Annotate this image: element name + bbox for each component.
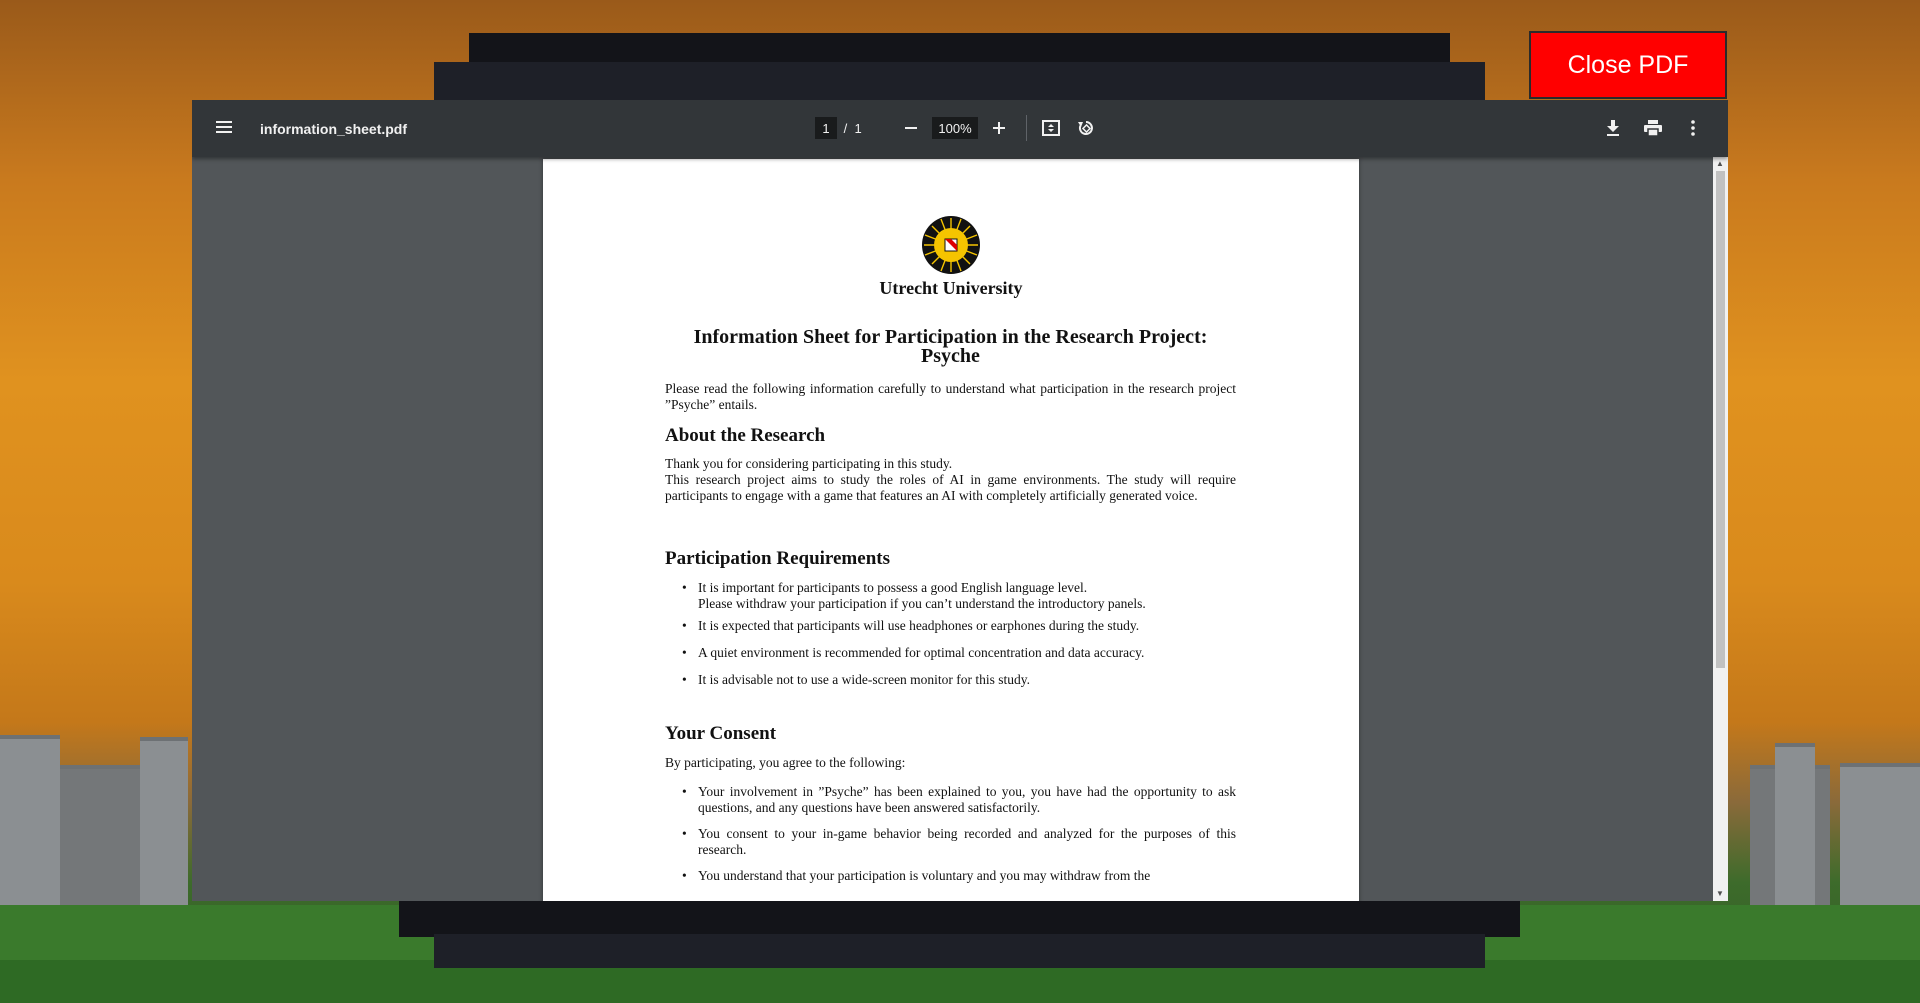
close-pdf-button[interactable]: Close PDF <box>1529 31 1727 99</box>
consent-list: Your involvement in ”Psyche” has been ex… <box>665 784 1236 884</box>
list-item: It is advisable not to use a wide-screen… <box>665 672 1236 688</box>
list-item: You consent to your in-game behavior bei… <box>665 826 1236 858</box>
download-icon[interactable] <box>1602 117 1624 139</box>
requirement-1-line2: Please withdraw your participation if yo… <box>698 596 1146 611</box>
pdf-page: Utrecht University Information Sheet for… <box>543 159 1359 901</box>
requirement-1-line1: It is important for participants to poss… <box>698 580 1088 595</box>
frame-top-band-inner <box>434 62 1485 100</box>
menu-icon[interactable] <box>216 117 234 139</box>
scroll-up-arrow-icon[interactable]: ▲ <box>1716 160 1724 168</box>
vertical-scrollbar[interactable]: ▲ ▼ <box>1713 157 1728 901</box>
list-item: A quiet environment is recommended for o… <box>665 645 1236 661</box>
frame-top-band <box>469 33 1450 65</box>
pdf-toolbar: information_sheet.pdf 1 / 1 100% <box>192 100 1728 157</box>
page-number-input[interactable]: 1 <box>815 117 837 139</box>
list-item: It is expected that participants will us… <box>665 618 1236 634</box>
pdf-viewer: information_sheet.pdf 1 / 1 100% ▲ ▼ Utr… <box>192 100 1728 901</box>
zoom-level-input[interactable]: 100% <box>932 117 978 139</box>
rotate-icon[interactable] <box>1075 117 1097 139</box>
scroll-down-arrow-icon[interactable]: ▼ <box>1716 890 1724 898</box>
more-options-icon[interactable] <box>1682 117 1704 139</box>
zoom-out-icon[interactable] <box>900 117 922 139</box>
requirements-heading: Participation Requirements <box>665 548 890 569</box>
page-separator: / <box>843 120 848 136</box>
frame-bottom-band <box>399 901 1520 937</box>
list-item: Your involvement in ”Psyche” has been ex… <box>665 784 1236 816</box>
page-count: / 1 <box>840 117 862 139</box>
about-line1: Thank you for considering participating … <box>665 456 953 471</box>
zoom-in-icon[interactable] <box>988 117 1010 139</box>
requirements-list: It is important for participants to poss… <box>665 580 1236 688</box>
file-name: information_sheet.pdf <box>260 121 408 137</box>
university-logo <box>921 215 981 275</box>
about-line2: This research project aims to study the … <box>665 472 1236 503</box>
list-item: It is important for participants to poss… <box>665 580 1236 612</box>
scrollbar-thumb[interactable] <box>1716 171 1725 668</box>
consent-intro: By participating, you agree to the follo… <box>665 755 906 770</box>
about-paragraph: Thank you for considering participating … <box>665 456 1236 504</box>
fit-page-icon[interactable] <box>1040 117 1062 139</box>
document-title: Information Sheet for Participation in t… <box>665 327 1236 367</box>
document-title-line2: Psyche <box>921 345 980 367</box>
toolbar-divider <box>1026 115 1027 141</box>
consent-heading: Your Consent <box>665 723 777 744</box>
total-pages: 1 <box>854 120 862 136</box>
about-heading: About the Research <box>665 425 826 446</box>
list-item: You understand that your participation i… <box>665 868 1236 884</box>
print-icon[interactable] <box>1642 117 1664 139</box>
institution-name: Utrecht University <box>879 278 1023 298</box>
intro-paragraph: Please read the following information ca… <box>665 381 1236 412</box>
frame-bottom-band-inner <box>434 934 1485 968</box>
